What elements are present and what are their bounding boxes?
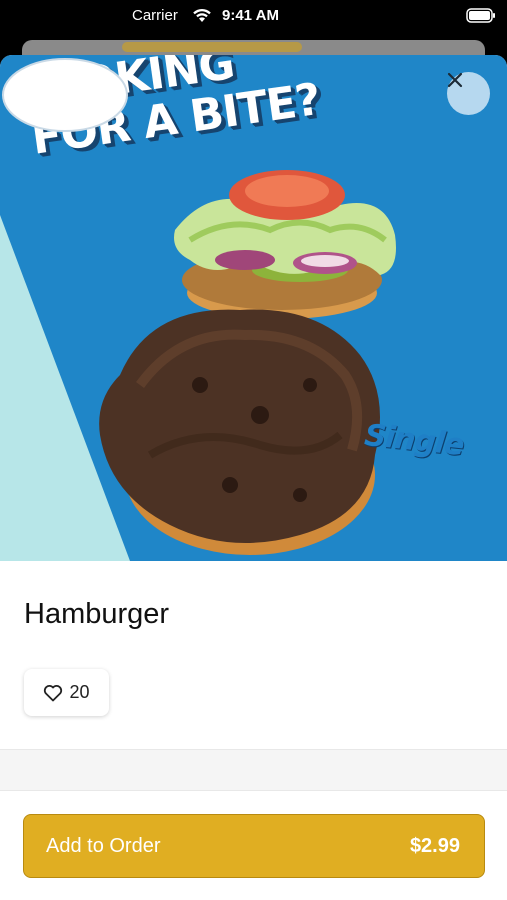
product-detail-sheet: LOOKING FOR A BITE? Single Hamburger 20 … <box>0 55 507 900</box>
battery-icon <box>466 8 495 23</box>
like-button[interactable]: 20 <box>24 669 109 716</box>
price-label: $2.99 <box>409 835 460 857</box>
wifi-icon <box>193 8 211 22</box>
add-to-order-label: Add to Order <box>46 835 161 857</box>
carrier-label: Carrier <box>132 7 178 24</box>
close-icon <box>447 72 463 88</box>
status-bar: Carrier 9:41 AM <box>0 0 507 34</box>
heart-outline-icon <box>44 684 63 701</box>
badge-background <box>2 58 128 132</box>
like-count: 20 <box>69 682 90 702</box>
section-divider <box>0 749 507 791</box>
order-footer: Add to Order $2.99 <box>0 791 507 900</box>
product-title: Hamburger <box>24 598 170 630</box>
clock: 9:41 AM <box>222 7 279 24</box>
add-to-order-button[interactable]: Add to Order $2.99 <box>23 814 485 878</box>
product-image: LOOKING FOR A BITE? Single <box>0 55 507 561</box>
close-button[interactable] <box>447 72 490 115</box>
